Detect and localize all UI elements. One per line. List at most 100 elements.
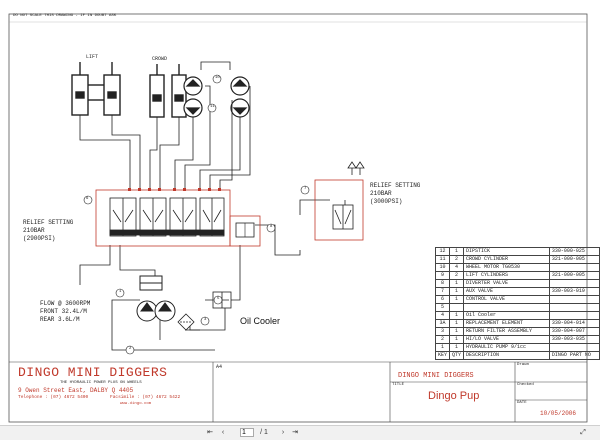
parts-list-header: KEY QTY DESCRIPTION DINGO PART NO [434,351,600,360]
parts-cell-desc [463,303,550,312]
parts-cell-qty: 1 [449,343,465,352]
parts-cell-key: 4 [434,311,451,320]
label-lift: LIFT [86,54,99,60]
parts-cell-qty: 1 [449,311,465,320]
parts-cell-part: 321-000-005 [548,271,600,280]
parts-cell-desc: AUX VALVE [463,287,550,296]
parts-cell-part [548,303,600,312]
oil-cooler-label: Oil Cooler [240,316,281,326]
company-name-right: DINGO MINI DIGGERS [398,372,474,380]
parts-cell-part [548,343,600,352]
parts-cell-key: 10 [434,263,451,272]
first-page-icon[interactable]: ⇤ [205,428,215,437]
parts-cell-qty: 4 [449,263,465,272]
last-page-icon[interactable]: ⇥ [290,428,300,437]
parts-cell-desc: CROWD CYLINDER [463,255,550,264]
date-label: DATE [517,401,527,405]
parts-list-table: 12 1 DIPSTICK 330-000-025 11 2 CROWD CYLINDER 3… [434,247,600,360]
parts-cell-part: DINGO PART NO [548,351,600,360]
callout-number: 2 [129,347,132,351]
parts-cell-desc: DIVERTER VALVE [463,279,550,288]
prev-page-icon[interactable]: ‹ [218,428,228,437]
parts-cell-key: 1 [434,343,451,352]
title-label: TITLE [392,383,405,387]
zoom-icon[interactable]: ⤢ [578,428,588,437]
checked-label: Checked [517,383,534,387]
valve-ports [128,188,221,191]
parts-cell-desc: LIFT CYLINDERS [463,271,550,280]
callout-number: 10 [215,76,220,80]
flow-line1: FLOW @ 3600RPM [40,300,91,307]
parts-cell-key: 3 [434,327,451,336]
callout-number: 7 [304,187,307,191]
aux-valve [332,161,365,230]
parts-list-row: 12 1 DIPSTICK 330-000-025 [434,247,600,256]
parts-cell-desc: REPLACEMENT ELEMENT [463,319,550,328]
parts-cell-key: KEY [434,351,451,360]
callout-number: 3 [204,318,207,322]
parts-cell-key: 7 [434,287,451,296]
parts-cell-qty: 1 [449,319,465,328]
viewer-toolbar: ⇤ ‹ / 1 › ⇥ ⤢ [0,425,600,440]
page-total: / 1 [260,429,268,436]
hydraulic-pump [136,275,176,322]
relief-right-line1: RELIEF SETTING [370,182,421,189]
parts-cell-key: 3A [434,319,451,328]
parts-cell-desc: CONTROL VALVE [463,295,550,304]
relief-right-line2: 210BAR [370,190,392,197]
parts-list-row: 5 [434,303,600,312]
parts-list-row: 10 4 WHEEL MOTOR TG0530 [434,263,600,272]
parts-cell-key: 12 [434,247,451,256]
parts-cell-part: 330-000-025 [548,247,600,256]
parts-cell-part [548,279,600,288]
flow-line3: REAR 3.6L/M [40,316,80,323]
company-telephone: Telephone : (07) 4672 5400 [18,395,89,400]
parts-cell-key: 11 [434,255,451,264]
parts-cell-part [548,311,600,320]
page-number-input[interactable] [240,428,254,437]
callout-number: 8 [270,225,273,229]
parts-cell-part [548,263,600,272]
company-facsimile: Facsimile : (07) 4672 5422 [110,395,181,400]
relief-right-line3: (3000PSI) [370,198,403,205]
parts-cell-qty: 1 [449,279,465,288]
callout-number: 6 [86,197,89,201]
parts-cell-desc: WHEEL MOTOR TG0530 [463,263,550,272]
relief-left-line1: RELIEF SETTING [23,219,74,226]
company-name: DINGO MINI DIGGERS [18,365,168,380]
parts-list-row: 7 1 AUX VALVE 330-003-019 [434,287,600,296]
parts-cell-desc: HYDRAULIC PUMP 9/1cc [463,343,550,352]
parts-cell-qty: 2 [449,255,465,264]
parts-cell-part: 330-004-014 [548,319,600,328]
parts-list-row: 1 1 HYDRAULIC PUMP 9/1cc [434,343,600,352]
callout-number: 1 [119,290,122,294]
parts-cell-key: 6 [434,295,451,304]
company-tagline: THE HYDRAULIC POWER PLUS ON WHEELS [60,381,142,385]
parts-cell-desc: RETURN FILTER ASSEMBLY [463,327,550,336]
parts-list-row: 9 2 LIFT CYLINDERS 321-000-005 [434,271,600,280]
parts-list-row: 2 1 HI/LO VALVE 330-003-035 [434,335,600,344]
parts-cell-part: 330-003-035 [548,335,600,344]
lift-cylinders [71,62,121,116]
crowd-cylinders [149,64,187,118]
parts-cell-part: 321-000-005 [548,255,600,264]
parts-cell-qty: 2 [449,271,465,280]
parts-cell-desc: HI/LO VALVE [463,335,550,344]
next-page-icon[interactable]: › [278,428,288,437]
parts-list-row: 6 1 CONTROL VALVE [434,295,600,304]
drawn-label: Drawn [517,363,530,367]
relief-left-line2: 210BAR [23,227,45,234]
relief-left-line3: (2900PSI) [23,235,56,242]
parts-cell-part [548,295,600,304]
parts-cell-qty: 1 [449,295,465,304]
parts-list-row: 11 2 CROWD CYLINDER 321-000-005 [434,255,600,264]
parts-list-row: 8 1 DIVERTER VALVE [434,279,600,288]
parts-cell-qty: 1 [449,335,465,344]
header-note: DO NOT SCALE THIS DRAWING - IF IN DOUBT … [13,14,117,18]
flow-line2: FRONT 32.4L/M [40,308,87,315]
drawing-date: 10/05/2006 [540,410,577,417]
parts-cell-key: 9 [434,271,451,280]
parts-list-row: 3A 1 REPLACEMENT ELEMENT 330-004-014 [434,319,600,328]
control-valve-bank [109,197,225,237]
parts-cell-qty [449,303,465,312]
